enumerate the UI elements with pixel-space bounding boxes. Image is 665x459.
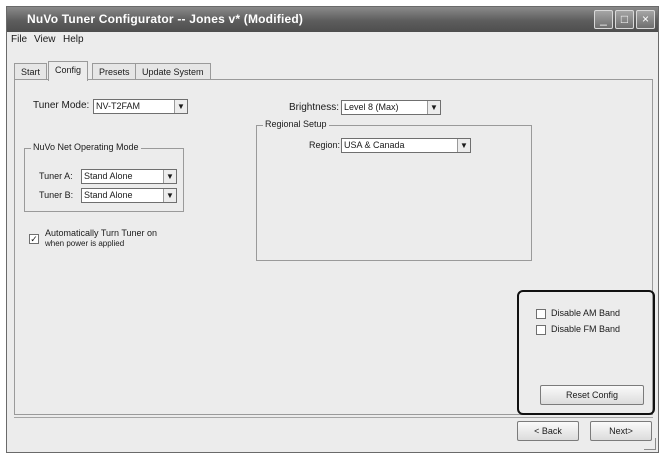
disable-am-checkbox[interactable] xyxy=(536,309,546,319)
tuner-mode-value: NV-T2FAM xyxy=(96,101,141,111)
region-value: USA & Canada xyxy=(344,140,405,150)
regional-setup-group: Regional Setup Region: USA & Canada ▼ xyxy=(256,119,532,261)
tuner-mode-label: Tuner Mode: xyxy=(33,100,90,111)
auto-turn-on-sublabel: when power is applied xyxy=(45,239,125,248)
disable-am-label: Disable AM Band xyxy=(551,308,621,318)
tab-config[interactable]: Config xyxy=(48,61,89,81)
menu-view[interactable]: View xyxy=(34,34,56,45)
operating-mode-group: NuVo Net Operating Mode Tuner A: Stand A… xyxy=(24,142,184,212)
chevron-down-icon: ▼ xyxy=(163,189,176,202)
menu-help[interactable]: Help xyxy=(63,34,84,45)
chevron-down-icon: ▼ xyxy=(427,101,440,114)
title-bar[interactable]: NuVo Tuner Configurator -- Jones v* (Mod… xyxy=(7,7,658,32)
band-options-highlight: Disable AM Band Disable FM Band Reset Co… xyxy=(517,290,655,415)
next-button[interactable]: Next> xyxy=(590,421,652,441)
tuner-b-value: Stand Alone xyxy=(84,190,133,200)
tuner-b-dropdown[interactable]: Stand Alone ▼ xyxy=(81,188,177,203)
tab-start[interactable]: Start xyxy=(14,63,48,80)
tuner-mode-dropdown[interactable]: NV-T2FAM ▼ xyxy=(93,99,188,114)
disable-fm-checkbox[interactable] xyxy=(536,325,546,335)
brightness-label: Brightness: xyxy=(289,102,340,113)
tuner-a-label: Tuner A: xyxy=(39,171,73,181)
chevron-down-icon: ▼ xyxy=(457,139,470,152)
maximize-button[interactable]: □ xyxy=(615,10,634,29)
menu-file[interactable]: File xyxy=(11,34,27,45)
minimize-button[interactable]: _ xyxy=(594,10,613,29)
chevron-down-icon: ▼ xyxy=(163,170,176,183)
tuner-a-value: Stand Alone xyxy=(84,171,133,181)
menu-bar: File View Help xyxy=(7,33,658,47)
reset-config-button[interactable]: Reset Config xyxy=(540,385,644,405)
tuner-a-dropdown[interactable]: Stand Alone ▼ xyxy=(81,169,177,184)
operating-mode-legend: NuVo Net Operating Mode xyxy=(31,142,141,152)
tuner-b-label: Tuner B: xyxy=(39,190,74,200)
region-dropdown[interactable]: USA & Canada ▼ xyxy=(341,138,471,153)
window-title: NuVo Tuner Configurator -- Jones v* (Mod… xyxy=(27,12,304,26)
tab-presets[interactable]: Presets xyxy=(92,63,137,80)
region-label: Region: xyxy=(309,140,341,150)
brightness-value: Level 8 (Max) xyxy=(344,102,399,112)
brightness-dropdown[interactable]: Level 8 (Max) ▼ xyxy=(341,100,441,115)
auto-turn-on-checkbox[interactable]: ✓ xyxy=(29,234,39,244)
main-window: NuVo Tuner Configurator -- Jones v* (Mod… xyxy=(6,6,659,453)
resize-grip-icon[interactable] xyxy=(644,438,656,450)
chevron-down-icon: ▼ xyxy=(174,100,187,113)
disable-fm-label: Disable FM Band xyxy=(551,324,621,334)
tab-update-system[interactable]: Update System xyxy=(135,63,211,80)
footer-separator xyxy=(14,417,653,418)
regional-setup-legend: Regional Setup xyxy=(263,119,329,129)
auto-turn-on-label: Automatically Turn Tuner on xyxy=(45,228,158,238)
close-button[interactable]: × xyxy=(636,10,655,29)
back-button[interactable]: < Back xyxy=(517,421,579,441)
